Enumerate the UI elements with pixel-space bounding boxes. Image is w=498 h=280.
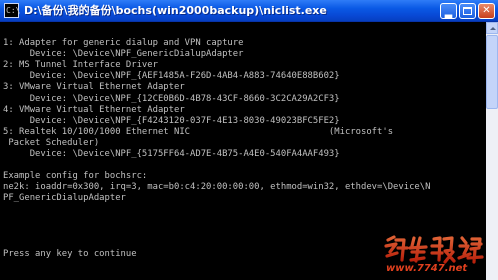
console-line: 3: VMware Virtual Ethernet Adapter (3, 82, 185, 93)
maximize-button[interactable] (459, 3, 476, 19)
scrollbar-thumb[interactable] (486, 35, 498, 109)
watermark-logo (384, 235, 484, 264)
scroll-up-button[interactable] (486, 22, 498, 34)
close-icon: ✕ (482, 5, 491, 16)
console-app-icon[interactable]: C:\ (4, 3, 20, 18)
console-window: C:\ D:\备份\我的备份\bochs(win2000backup)\nicl… (0, 0, 498, 280)
window-title: D:\备份\我的备份\bochs(win2000backup)\niclist.… (24, 4, 327, 17)
console-line: PF_GenericDialupAdapter (3, 193, 126, 204)
console-line: 5: Realtek 10/100/1000 Ethernet NIC (Mic… (3, 126, 394, 137)
maximize-icon (463, 7, 472, 15)
console-line: Device: \Device\NPF_{5175FF64-AD7E-4B75-… (3, 149, 340, 160)
watermark: www.7747.net (382, 234, 486, 278)
console-line: 1: Adapter for generic dialup and VPN ca… (3, 38, 244, 49)
console-line: Device: \Device\NPF_GenericDialupAdapter (3, 49, 244, 60)
close-button[interactable]: ✕ (478, 3, 495, 19)
arrow-up-icon (490, 27, 496, 30)
console-line: Example config for bochsrc: (3, 171, 148, 182)
vertical-scrollbar[interactable] (486, 22, 498, 280)
console-line: Packet Scheduler) (3, 137, 100, 148)
title-bar[interactable]: C:\ D:\备份\我的备份\bochs(win2000backup)\nicl… (0, 0, 498, 22)
console-line: Device: \Device\NPF_{F4243120-037F-4E13-… (3, 115, 340, 126)
minimize-icon: ▬ (443, 11, 454, 22)
console-line: Device: \Device\NPF_{12CE0B6D-4B78-43CF-… (3, 93, 340, 104)
console-line: 2: MS Tunnel Interface Driver (3, 60, 158, 71)
console-line: Device: \Device\NPF_{AEF1485A-F26D-4AB4-… (3, 71, 340, 82)
console-line: ne2k: ioaddr=0x300, irq=3, mac=b0:c4:20:… (3, 182, 431, 193)
console-line: 4: VMware Virtual Ethernet Adapter (3, 104, 185, 115)
minimize-button[interactable]: ▬ (440, 3, 457, 22)
watermark-url: www.7747.net (386, 263, 468, 274)
